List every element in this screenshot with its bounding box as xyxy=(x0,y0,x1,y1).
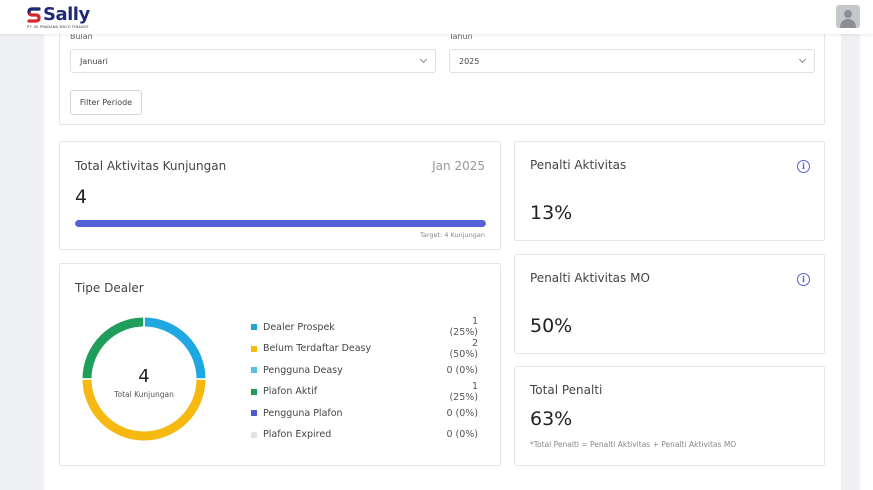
legend-label: Plafon Expired xyxy=(263,429,332,440)
logo-text: Sally xyxy=(43,4,90,25)
info-icon[interactable]: i xyxy=(797,273,810,286)
donut-segment xyxy=(82,379,206,441)
total-penalty-value: 63% xyxy=(530,408,573,430)
legend-color-swatch xyxy=(251,388,257,395)
legend-item: Plafon Aktif 1 (25%) xyxy=(251,381,478,403)
legend-color-swatch xyxy=(251,431,257,438)
legend-label: Dealer Prospek xyxy=(263,321,335,333)
logo-subtitle: PT. SE PRADANA MULTI FINANCE xyxy=(27,25,89,29)
logo-s-icon xyxy=(27,6,41,23)
legend-item: Belum Terdaftar Deasy 2 (50%) xyxy=(251,338,478,360)
visits-title: Total Aktivitas Kunjungan xyxy=(75,159,227,173)
legend-color-swatch xyxy=(251,410,257,416)
filter-period-button[interactable]: Filter Periode xyxy=(70,90,142,115)
penalty-card: Penalti Aktivitas i 13% xyxy=(514,141,825,241)
visits-value: 4 xyxy=(75,186,88,208)
dealer-type-card: Tipe Dealer 4 Total Kunjungan Dealer Pro… xyxy=(59,263,501,466)
visits-card: Total Aktivitas Kunjungan Jan 2025 4 Tar… xyxy=(59,141,501,250)
total-penalty-note: *Total Penalti = Penalti Aktivitas + Pen… xyxy=(530,440,737,449)
legend-item: Pengguna Plafon 0 (0%) xyxy=(251,406,478,420)
legend-item: Dealer Prospek 1 (25%) xyxy=(251,316,478,338)
visits-progress-bar xyxy=(75,220,486,227)
legend-count: 1 (25%) xyxy=(449,316,478,338)
penalty-mo-title: Penalti Aktivitas MO xyxy=(530,271,650,285)
penalty-title: Penalti Aktivitas xyxy=(530,158,627,172)
year-select[interactable]: 2025 xyxy=(449,49,815,73)
legend-item: Plafon Expired 0 (0%) xyxy=(251,428,478,442)
year-select-value: 2025 xyxy=(459,56,480,66)
app-logo[interactable]: Sally PT. SE PRADANA MULTI FINANCE xyxy=(27,4,90,29)
legend-count: 0 (0%) xyxy=(446,364,478,376)
legend-label: Plafon Aktif xyxy=(263,386,318,397)
legend-label: Belum Terdaftar Deasy xyxy=(263,343,372,354)
visits-progress-fill xyxy=(75,220,486,227)
user-avatar-icon[interactable] xyxy=(836,5,860,28)
donut-center-label: Total Kunjungan xyxy=(114,390,174,399)
penalty-mo-card: Penalti Aktivitas MO i 50% xyxy=(514,254,825,354)
donut-center-value: 4 xyxy=(138,366,150,387)
top-navbar: Sally PT. SE PRADANA MULTI FINANCE xyxy=(0,0,873,34)
dealer-type-title: Tipe Dealer xyxy=(75,281,144,295)
total-penalty-title: Total Penalti xyxy=(530,383,603,397)
legend-count: 1 (25%) xyxy=(449,380,478,403)
chevron-down-icon xyxy=(419,55,428,64)
visits-target: Target: 4 Kunjungan xyxy=(419,231,485,239)
legend-count: 2 (50%) xyxy=(449,337,478,360)
legend-color-swatch xyxy=(251,324,257,330)
right-gutter xyxy=(860,34,873,490)
legend-color-swatch xyxy=(251,367,257,373)
legend-count: 0 (0%) xyxy=(446,407,478,419)
legend-count: 0 (0%) xyxy=(446,429,478,440)
penalty-mo-value: 50% xyxy=(530,315,573,337)
filter-card: Bulan Januari Tahun 2025 Filter Periode xyxy=(59,26,825,125)
legend-label: Pengguna Plafon xyxy=(263,407,343,419)
month-select[interactable]: Januari xyxy=(70,49,436,73)
visits-period: Jan 2025 xyxy=(432,159,485,173)
penalty-value: 13% xyxy=(530,202,573,224)
info-icon[interactable]: i xyxy=(797,160,810,173)
legend-color-swatch xyxy=(251,345,257,352)
month-select-value: Januari xyxy=(80,56,108,66)
total-penalty-card: Total Penalti 63% *Total Penalti = Penal… xyxy=(514,366,825,466)
legend-item: Pengguna Deasy 0 (0%) xyxy=(251,363,478,377)
legend-label: Pengguna Deasy xyxy=(263,364,343,376)
chevron-down-icon xyxy=(798,55,807,64)
